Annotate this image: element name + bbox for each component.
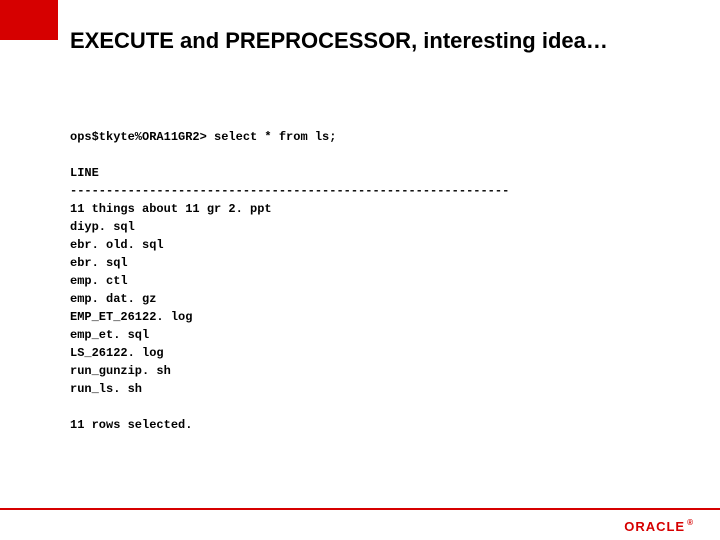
row: 11 things about 11 gr 2. ppt (70, 200, 680, 218)
divider-line: ----------------------------------------… (70, 182, 680, 200)
code-content: ops$tkyte%ORA11GR2> select * from ls; LI… (70, 128, 680, 434)
sql-prompt: ops$tkyte%ORA11GR2> select * from ls; (70, 128, 680, 146)
output-block: LINE -----------------------------------… (70, 164, 680, 398)
row: EMP_ET_26122. log (70, 308, 680, 326)
registered-mark: ® (687, 518, 694, 527)
row: diyp. sql (70, 218, 680, 236)
row: ebr. sql (70, 254, 680, 272)
row: emp. dat. gz (70, 290, 680, 308)
rows-selected: 11 rows selected. (70, 416, 680, 434)
footer-divider (0, 508, 720, 510)
slide-title: EXECUTE and PREPROCESSOR, interesting id… (70, 28, 608, 54)
column-header: LINE (70, 164, 680, 182)
row: LS_26122. log (70, 344, 680, 362)
oracle-logo: ORACLE® (624, 519, 694, 534)
row: run_gunzip. sh (70, 362, 680, 380)
row: emp_et. sql (70, 326, 680, 344)
logo-text: ORACLE (624, 519, 685, 534)
row: ebr. old. sql (70, 236, 680, 254)
row: run_ls. sh (70, 380, 680, 398)
row: emp. ctl (70, 272, 680, 290)
slide: EXECUTE and PREPROCESSOR, interesting id… (0, 0, 720, 540)
accent-block (0, 0, 58, 40)
